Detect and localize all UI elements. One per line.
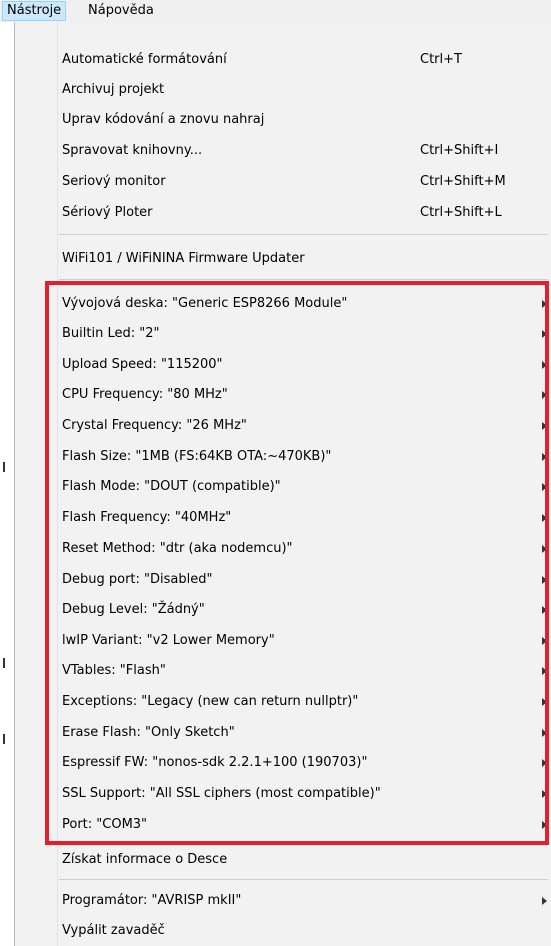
menu-item-shortcut: Ctrl+Shift+M <box>420 174 506 189</box>
menu-item-firmware-updater[interactable]: WiFi101 / WiFiNINA Firmware Updater <box>15 244 551 274</box>
menu-item-burn-bootloader[interactable]: Vypálit zavaděč <box>15 916 551 946</box>
menu-item-label: lwIP Variant: "v2 Lower Memory" <box>62 633 275 648</box>
menu-item-board[interactable]: Vývojová deska: "Generic ESP8266 Module" <box>15 289 551 319</box>
submenu-arrow-icon <box>542 790 547 798</box>
menu-item-shortcut: Ctrl+Shift+I <box>420 143 499 158</box>
menu-item-debug-port[interactable]: Debug port: "Disabled" <box>15 565 551 595</box>
menu-item-exceptions[interactable]: Exceptions: "Legacy (new can return null… <box>15 687 551 717</box>
menu-item-board-info[interactable]: Získat informace o Desce <box>15 845 551 875</box>
menu-item-label: Získat informace o Desce <box>62 852 228 867</box>
menu-item-vtables[interactable]: VTables: "Flash" <box>15 656 551 686</box>
submenu-arrow-icon <box>542 759 547 767</box>
menu-tools[interactable]: Nástroje <box>2 1 67 21</box>
menu-item-label: SSL Support: "All SSL ciphers (most comp… <box>62 786 381 801</box>
submenu-arrow-icon <box>542 821 547 829</box>
submenu-arrow-icon <box>542 637 547 645</box>
menu-item-label: Reset Method: "dtr (aka nodemcu)" <box>62 541 293 556</box>
menu-item-debug-level[interactable]: Debug Level: "Žádný" <box>15 595 551 625</box>
submenu-arrow-icon <box>542 667 547 675</box>
menu-item-label: Sériový Ploter <box>62 205 153 220</box>
menu-item-label: VTables: "Flash" <box>62 663 166 678</box>
menu-item-label: Erase Flash: "Only Sketch" <box>62 725 235 740</box>
edge-mark <box>3 462 5 472</box>
menu-item-espressif-fw[interactable]: Espressif FW: "nonos-sdk 2.2.1+100 (1907… <box>15 748 551 778</box>
submenu-arrow-icon <box>542 453 547 461</box>
menu-item-builtin-led[interactable]: Builtin Led: "2" <box>15 319 551 349</box>
menu-item-ssl-support[interactable]: SSL Support: "All SSL ciphers (most comp… <box>15 779 551 809</box>
menu-item-erase-flash[interactable]: Erase Flash: "Only Sketch" <box>15 718 551 748</box>
menu-item-label: Port: "COM3" <box>62 817 148 832</box>
menu-item-shortcut: Ctrl+T <box>420 52 462 67</box>
menu-item-label: Automatické formátování <box>62 52 227 67</box>
menu-item-label: Programátor: "AVRISP mkII" <box>62 893 242 908</box>
menu-item-label: Spravovat knihovny... <box>62 143 203 158</box>
submenu-arrow-icon <box>542 361 547 369</box>
menu-item-label: Archivuj projekt <box>62 82 165 97</box>
menu-item-label: Flash Frequency: "40MHz" <box>62 510 232 525</box>
menu-item-flash-mode[interactable]: Flash Mode: "DOUT (compatible)" <box>15 472 551 502</box>
menu-item-auto-format[interactable]: Automatické formátování Ctrl+T <box>15 45 551 75</box>
menu-separator <box>59 279 548 280</box>
menu-item-crystal-frequency[interactable]: Crystal Frequency: "26 MHz" <box>15 411 551 441</box>
menu-item-shortcut: Ctrl+Shift+L <box>420 205 502 220</box>
menu-item-label: Debug Level: "Žádný" <box>62 602 205 617</box>
edge-mark <box>3 658 5 668</box>
menu-item-label: Crystal Frequency: "26 MHz" <box>62 418 247 433</box>
submenu-arrow-icon <box>542 698 547 706</box>
submenu-arrow-icon <box>542 576 547 584</box>
menu-item-port[interactable]: Port: "COM3" <box>15 810 551 840</box>
submenu-arrow-icon <box>542 391 547 399</box>
menu-item-programmer[interactable]: Programátor: "AVRISP mkII" <box>15 886 551 916</box>
menu-item-fix-encoding-reload[interactable]: Uprav kódování a znovu nahraj <box>15 105 551 135</box>
submenu-arrow-icon <box>542 729 547 737</box>
menu-item-upload-speed[interactable]: Upload Speed: "115200" <box>15 350 551 380</box>
menu-item-cpu-frequency[interactable]: CPU Frequency: "80 MHz" <box>15 380 551 410</box>
submenu-arrow-icon <box>542 300 547 308</box>
menu-item-label: Espressif FW: "nonos-sdk 2.2.1+100 (1907… <box>62 755 368 770</box>
submenu-arrow-icon <box>542 422 547 430</box>
submenu-arrow-icon <box>542 897 547 905</box>
menu-item-serial-monitor[interactable]: Seriový monitor Ctrl+Shift+M <box>15 167 551 197</box>
menu-item-archive-sketch[interactable]: Archivuj projekt <box>15 75 551 105</box>
menu-item-label: Vývojová deska: "Generic ESP8266 Module" <box>62 296 348 311</box>
menu-item-flash-size[interactable]: Flash Size: "1MB (FS:64KB OTA:~470KB)" <box>15 442 551 472</box>
menu-item-reset-method[interactable]: Reset Method: "dtr (aka nodemcu)" <box>15 534 551 564</box>
menu-item-label: Flash Mode: "DOUT (compatible)" <box>62 479 281 494</box>
menu-item-lwip-variant[interactable]: lwIP Variant: "v2 Lower Memory" <box>15 626 551 656</box>
menu-item-label: Vypálit zavaděč <box>62 923 165 938</box>
menu-item-label: CPU Frequency: "80 MHz" <box>62 387 228 402</box>
menu-item-label: Exceptions: "Legacy (new can return null… <box>62 694 359 709</box>
tools-dropdown-menu: Automatické formátování Ctrl+T Archivuj … <box>14 22 551 946</box>
submenu-arrow-icon <box>542 514 547 522</box>
menu-item-label: Debug port: "Disabled" <box>62 572 213 587</box>
menu-separator <box>59 879 548 880</box>
menu-bar: Nástroje Nápověda <box>0 0 551 23</box>
menu-separator <box>59 234 548 235</box>
submenu-arrow-icon <box>542 483 547 491</box>
submenu-arrow-icon <box>542 606 547 614</box>
menu-item-label: Uprav kódování a znovu nahraj <box>62 112 265 127</box>
menu-item-label: Builtin Led: "2" <box>62 326 160 341</box>
editor-edge <box>0 22 15 946</box>
menu-item-label: Seriový monitor <box>62 174 166 189</box>
menu-item-serial-plotter[interactable]: Sériový Ploter Ctrl+Shift+L <box>15 198 551 228</box>
menu-item-label: WiFi101 / WiFiNINA Firmware Updater <box>62 251 305 266</box>
menu-item-flash-frequency[interactable]: Flash Frequency: "40MHz" <box>15 503 551 533</box>
submenu-arrow-icon <box>542 545 547 553</box>
menu-item-label: Upload Speed: "115200" <box>62 357 223 372</box>
menu-item-manage-libraries[interactable]: Spravovat knihovny... Ctrl+Shift+I <box>15 136 551 166</box>
edge-mark <box>3 734 5 744</box>
menu-help[interactable]: Nápověda <box>84 1 158 21</box>
menu-item-label: Flash Size: "1MB (FS:64KB OTA:~470KB)" <box>62 449 332 464</box>
submenu-arrow-icon <box>542 330 547 338</box>
